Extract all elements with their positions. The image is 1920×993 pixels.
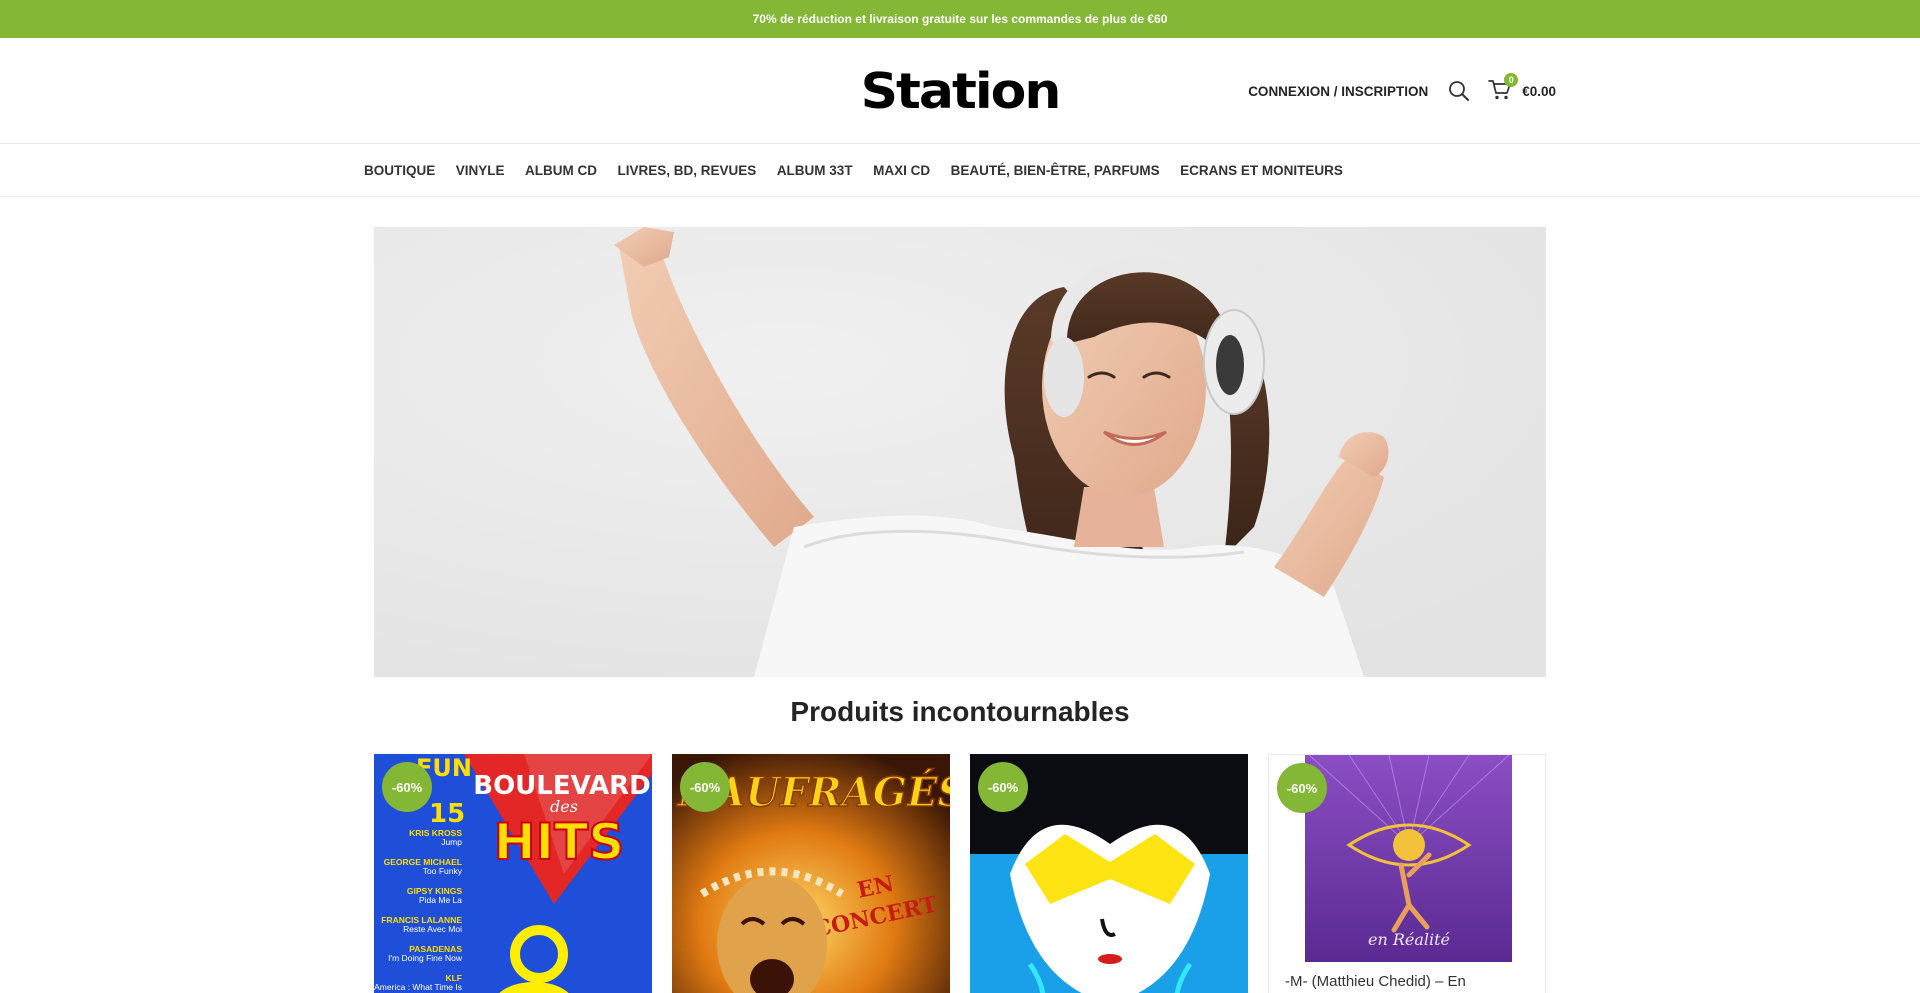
site-logo[interactable]: Station (840, 62, 1080, 122)
nav-item-livres-bd-revues[interactable]: LIVRES, BD, REVUES (618, 163, 757, 178)
cart-button[interactable]: 0 €0.00 (1488, 73, 1556, 103)
nav-list: BOUTIQUE VINYLE ALBUM CD LIVRES, BD, REV… (364, 144, 1363, 196)
hero-image (374, 227, 1546, 677)
site-header: Station CONNEXION / INSCRIPTION 0 €0.00 (0, 38, 1920, 144)
product-grid: -60% FUN BOULEVARD des HITS 15 KRIS KROS… (374, 754, 1548, 993)
cart-count-badge: 0 (1504, 73, 1519, 87)
nav-item-album-cd[interactable]: ALBUM CD (525, 163, 597, 178)
product-card[interactable]: -60% FUN BOULEVARD des HITS 15 KRIS KROS… (374, 754, 652, 993)
promo-bar: 70% de réduction et livraison gratuite s… (0, 0, 1920, 38)
nav-item-ecrans[interactable]: ECRANS ET MONITEURS (1180, 163, 1343, 178)
logo-text[interactable]: Station (861, 64, 1062, 121)
cover-title-3: HITS (494, 813, 625, 871)
section-title: Produits incontournables (790, 696, 1130, 727)
nav-item-album-33t[interactable]: ALBUM 33T (777, 163, 853, 178)
hero-banner[interactable] (374, 227, 1546, 677)
promo-text: 70% de réduction et livraison gratuite s… (752, 12, 1168, 26)
discount-badge: -60% (680, 762, 730, 812)
search-icon[interactable] (1448, 80, 1470, 102)
track-song: Too Funky (423, 866, 463, 876)
header-actions: CONNEXION / INSCRIPTION 0 €0.00 (1248, 73, 1556, 106)
cover-script: en Réalité (1368, 930, 1450, 949)
cart-total[interactable]: €0.00 (1522, 84, 1556, 99)
discount-badge: -60% (978, 762, 1028, 812)
product-card[interactable]: -60% (970, 754, 1248, 993)
track-song: Reste Avec Moi (403, 924, 462, 934)
track-song: America : What Time Is (374, 982, 462, 992)
track-song: Jump (441, 837, 462, 847)
product-card[interactable]: -60% en Réalité -M- (Matthieu Chedid) – … (1268, 754, 1546, 993)
product-title[interactable]: -M- (Matthieu Chedid) – En (1285, 973, 1466, 990)
nav-item-beaute[interactable]: BEAUTÉ, BIEN-ÊTRE, PARFUMS (951, 163, 1160, 178)
main-nav: BOUTIQUE VINYLE ALBUM CD LIVRES, BD, REV… (0, 144, 1920, 197)
login-register-link[interactable]: CONNEXION / INSCRIPTION (1248, 84, 1428, 99)
track-song: Pida Me La (419, 895, 462, 905)
product-card[interactable]: -60% NAUFRAGÉS EN CONCERT (672, 754, 950, 993)
cover-volume: 15 (429, 799, 465, 829)
nav-item-maxi-cd[interactable]: MAXI CD (873, 163, 930, 178)
cart-icon[interactable]: 0 (1488, 73, 1519, 103)
nav-item-boutique[interactable]: BOUTIQUE (364, 163, 435, 178)
discount-badge: -60% (382, 762, 432, 812)
discount-badge: -60% (1277, 763, 1327, 813)
track-song: I'm Doing Fine Now (388, 953, 463, 963)
nav-item-vinyle[interactable]: VINYLE (456, 163, 505, 178)
